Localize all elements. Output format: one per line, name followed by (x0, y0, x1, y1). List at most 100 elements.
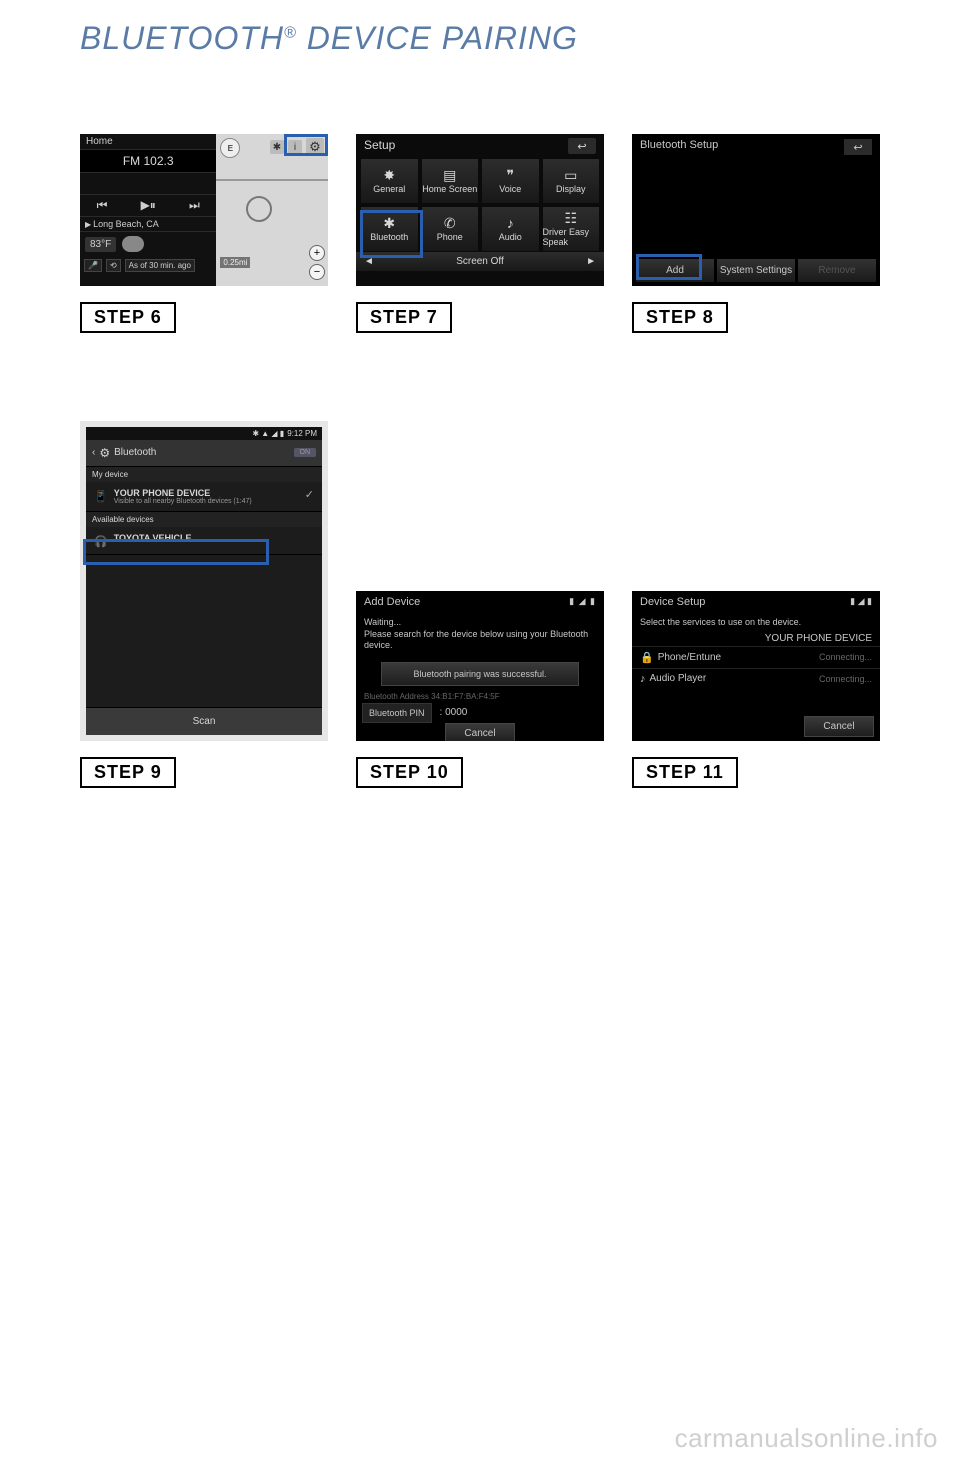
cancel-button: Cancel (804, 716, 874, 737)
highlight-bluetooth (360, 210, 423, 258)
play-icon: ▶⏸ (141, 198, 156, 213)
my-device-label: My device (86, 467, 322, 482)
btsetup-title: Bluetooth Setup (640, 139, 718, 155)
step8-label: STEP 8 (632, 302, 728, 333)
phone-icon: ✆ (444, 216, 456, 230)
step9-label: STEP 9 (80, 757, 176, 788)
location-icon: ▶ (85, 220, 91, 229)
device-setup-title: Device Setup (640, 596, 705, 608)
setup-title: Setup (364, 138, 395, 154)
bt-title: Bluetooth (114, 447, 156, 458)
zoom-in-icon: + (309, 245, 325, 261)
back-chevron-icon: ‹ (92, 447, 95, 458)
step11-label: STEP 11 (632, 757, 738, 788)
ago-text: As of 30 min. ago (125, 259, 195, 272)
step8-screenshot: Bluetooth Setup↩ Add System Settings Rem… (632, 134, 880, 286)
back-icon: ↩ (568, 138, 596, 154)
step10-screenshot: Add Device ▮ ◢ ▮ Waiting... Please search … (356, 591, 604, 741)
zoom-out-icon: − (309, 264, 325, 280)
step8-desc: Select Add to register your Android®* de… (632, 343, 880, 381)
remove-button: Remove (798, 259, 876, 282)
cancel-button: Cancel (445, 723, 515, 741)
cloud-icon (122, 236, 144, 252)
step10-label: STEP 10 (356, 757, 463, 788)
signal-icons: ▮ ◢ ▮ (569, 596, 596, 608)
screen-off-button: Screen Off (456, 256, 504, 267)
fm-station: FM 102.3 (80, 149, 216, 173)
audio-icon: ♪ (507, 216, 514, 230)
home-label: Home (86, 136, 113, 147)
general-button: ✸General (360, 158, 419, 204)
highlight-gear (284, 134, 328, 156)
audio-player-label: Audio Player (650, 673, 707, 684)
phone-entune-label: Phone/Entune (658, 652, 721, 663)
your-phone-name: YOUR PHONE DEVICE (114, 488, 252, 498)
step6-label: STEP 6 (80, 302, 176, 333)
step6-desc: On Home screen, select Settings. (80, 343, 328, 361)
refresh-icon: ⟲ (106, 259, 121, 272)
compass-icon: E (220, 138, 240, 158)
services-instruction: Select the services to use on the device… (632, 613, 880, 631)
check-icon: ✓ (305, 488, 314, 501)
waiting-text: Waiting... (364, 617, 401, 627)
prev-icon: ⏮ (97, 198, 108, 213)
page-title: BLUETOOTH® DEVICE PAIRING (80, 20, 880, 57)
next-icon: ⏭ (189, 198, 200, 213)
map-scale: 0.25mi (220, 257, 250, 268)
available-label: Available devices (86, 512, 322, 527)
gear-icon: ⚙ (99, 446, 110, 460)
add-device-title: Add Device (364, 596, 420, 608)
visible-text: Visible to all nearby Bluetooth devices … (114, 498, 252, 505)
highlight-toyota (83, 539, 269, 565)
connecting-1: Connecting... (819, 652, 872, 662)
display-button: ▭Display (542, 158, 601, 204)
page-right-icon: ► (586, 256, 596, 267)
home-icon: ▤ (443, 168, 456, 182)
step11-screenshot: Device Setup ▮ ◢ ▮ Select the services to… (632, 591, 880, 741)
system-settings-button: System Settings (717, 259, 795, 282)
step11-desc: Entune™ Multimedia Head Unit will attemp… (632, 798, 880, 853)
general-icon: ✸ (383, 168, 395, 182)
bt-address: Bluetooth Address 34:B1:F7:BA:F4:5F (356, 690, 604, 703)
step9-screenshot: ✱ ▲ ◢ ▮9:12 PM ‹ ⚙ Bluetooth ON My device 📱… (80, 421, 328, 741)
phone-button: ✆Phone (421, 206, 480, 252)
signal-icons: ▮ ◢ ▮ (850, 596, 872, 608)
temperature: 83°F (85, 237, 116, 252)
voice-button: ❞Voice (481, 158, 540, 204)
lock-icon: 🔒 (640, 651, 654, 664)
step9-desc: Back on your Android®* device, select TO… (80, 798, 328, 836)
device-name: YOUR PHONE DEVICE (632, 631, 880, 646)
audio-button: ♪Audio (481, 206, 540, 252)
intro-text: With Entune™ Premium Audio with Navigati… (80, 63, 880, 84)
bt-status-icon: ✱ (270, 140, 284, 154)
location-text: Long Beach, CA (93, 219, 159, 229)
back-icon: ↩ (844, 139, 872, 155)
display-icon: ▭ (564, 168, 577, 182)
bt-toggle: ON (294, 448, 317, 457)
step7-screenshot: Setup ↩ ✸General ▤Home Screen ❞Voice ▭Dis… (356, 134, 604, 286)
success-toast: Bluetooth pairing was successful. (381, 662, 579, 686)
footnotes: If Passkey Confirmation appears on your … (80, 933, 880, 963)
signal-icon: ✱ ▲ ◢ ▮ (252, 429, 284, 438)
highlight-add (636, 254, 702, 280)
des-button: ☷Driver Easy Speak (542, 206, 601, 252)
car-marker-icon (246, 196, 272, 222)
road-line (216, 179, 328, 181)
scan-button: Scan (86, 707, 322, 735)
phone-device-icon: 📱 (94, 490, 108, 503)
pin-label: Bluetooth PIN (362, 703, 432, 723)
pin-value: : 0000 (432, 703, 476, 723)
home-screen-button: ▤Home Screen (421, 158, 480, 204)
step7-desc: Select Bluetooth. (356, 343, 604, 361)
connecting-2: Connecting... (819, 674, 872, 684)
step7-label: STEP 7 (356, 302, 452, 333)
instruction-text: Please search for the device below using… (364, 629, 588, 651)
voice-icon: ❞ (506, 168, 514, 182)
phone-time: 9:12 PM (287, 429, 317, 438)
des-icon: ☷ (564, 211, 577, 225)
mic-icon: 🎤 (84, 259, 102, 272)
note-icon: ♪ (640, 673, 646, 685)
step10-desc: The Entune™ Multimedia Head Unit will co… (356, 798, 604, 834)
step6-screenshot: Home FM 102.3 ⏮ ▶⏸ ⏭ ▶Long Beach, CA 83°… (80, 134, 328, 286)
watermark: carmanualsonline.info (675, 1423, 938, 1454)
